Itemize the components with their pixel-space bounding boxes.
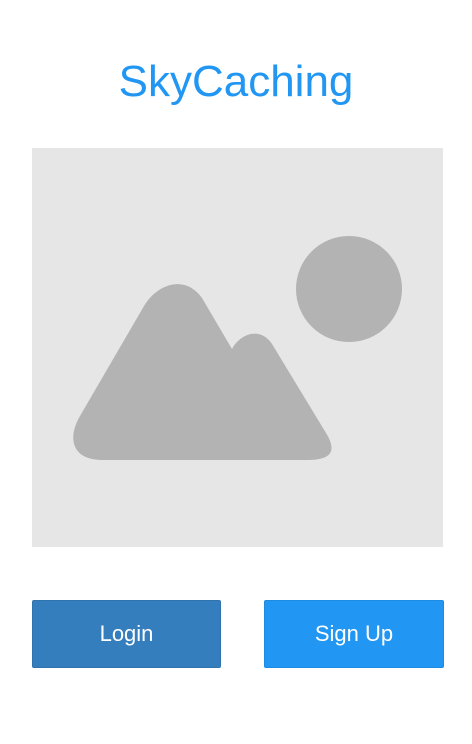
image-placeholder-icon — [73, 236, 402, 460]
app-title: SkyCaching — [118, 57, 354, 106]
sign-up-button[interactable]: Sign Up — [264, 600, 444, 668]
login-button[interactable]: Login — [32, 600, 221, 668]
sun-shape — [296, 236, 402, 342]
mountains-shape — [73, 284, 332, 460]
hero-image-placeholder — [32, 148, 443, 547]
